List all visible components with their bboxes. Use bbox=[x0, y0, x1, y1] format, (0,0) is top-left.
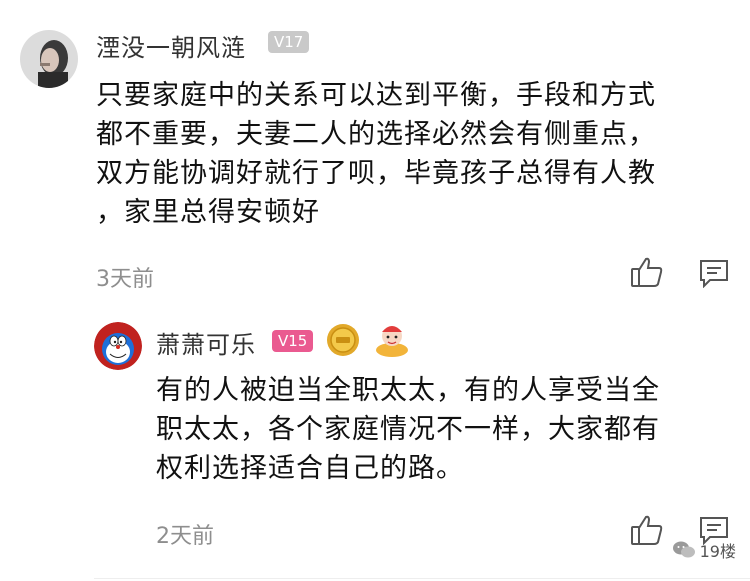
username[interactable]: 萧萧可乐 bbox=[156, 325, 256, 360]
comment-time: 3天前 bbox=[96, 267, 154, 292]
divider bbox=[94, 578, 750, 579]
watermark-text: 19楼 bbox=[699, 542, 736, 561]
comment-line: 都不重要，夫妻二人的选择必然会有侧重点， bbox=[96, 119, 656, 150]
watermark: 19楼 bbox=[672, 538, 736, 562]
comment-text: 只要家庭中的关系可以达到平衡，手段和方式 都不重要，夫妻二人的选择必然会有侧重点… bbox=[96, 76, 656, 232]
reply-button[interactable] bbox=[698, 258, 730, 288]
user-avatar[interactable] bbox=[20, 30, 78, 88]
username[interactable]: 湮没一朝风涟 bbox=[96, 28, 246, 63]
comment-line: 权利选择适合自己的路。 bbox=[156, 453, 464, 484]
like-button[interactable] bbox=[630, 514, 664, 546]
comment-line: 有的人被迫当全职太太，有的人享受当全 bbox=[156, 375, 660, 406]
comment-line: 职太太，各个家庭情况不一样，大家都有 bbox=[156, 414, 660, 445]
wechat-icon bbox=[672, 541, 695, 558]
festive-baby-icon bbox=[376, 326, 408, 357]
medal bbox=[326, 323, 360, 361]
comment-time: 2天前 bbox=[156, 524, 214, 549]
comment-line: 只要家庭中的关系可以达到平衡，手段和方式 bbox=[96, 80, 656, 111]
comment-icon bbox=[700, 260, 728, 288]
woman-portrait-icon bbox=[20, 30, 78, 88]
comment-line: 双方能协调好就行了呗，毕竟孩子总得有人教 bbox=[96, 158, 656, 189]
comment-line: ，家里总得安顿好 bbox=[96, 197, 320, 228]
comment-text: 有的人被迫当全职太太，有的人享受当全 职太太，各个家庭情况不一样，大家都有 权利… bbox=[156, 371, 660, 488]
user-avatar[interactable] bbox=[94, 322, 142, 370]
medal bbox=[372, 320, 412, 362]
level-badge: V17 bbox=[268, 31, 310, 53]
thumbs-up-icon bbox=[631, 257, 663, 287]
thumbs-up-icon bbox=[631, 515, 663, 545]
doraemon-avatar-icon bbox=[94, 322, 142, 370]
level-badge: V15 bbox=[272, 330, 314, 352]
like-button[interactable] bbox=[630, 256, 664, 288]
gold-medal-icon bbox=[327, 324, 359, 356]
